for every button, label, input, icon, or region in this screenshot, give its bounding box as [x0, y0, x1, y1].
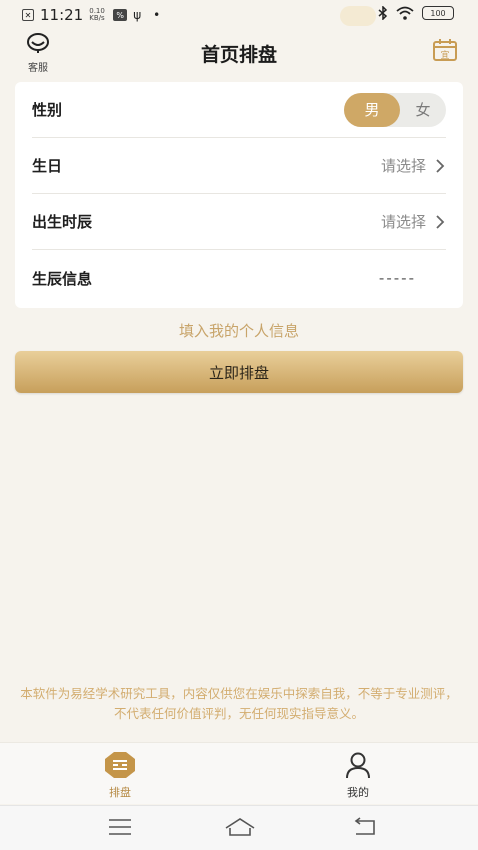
status-time: 11:21	[40, 6, 84, 24]
chevron-right-icon	[436, 158, 445, 173]
home-icon[interactable]	[224, 816, 256, 838]
nav-item-chart[interactable]: 排盘	[90, 751, 150, 800]
nav-label-mine: 我的	[347, 786, 369, 799]
chart-octagon-icon	[105, 752, 135, 778]
start-chart-button[interactable]: 立即排盘	[15, 351, 463, 393]
bottom-nav: 排盘 我的	[0, 742, 478, 804]
birthday-row[interactable]: 生日 请选择	[32, 138, 446, 194]
status-right: 100	[378, 6, 454, 20]
app-badge-icon: %	[113, 9, 128, 21]
birthday-value: 请选择	[380, 157, 426, 175]
birthday-label: 生日	[32, 157, 63, 175]
chevron-right-icon	[436, 214, 445, 229]
calendar-glyph: 宜	[440, 49, 449, 61]
birth-info-card: 性别 男 女 生日 请选择 出生时辰 请选择 生辰信息 -----	[15, 82, 463, 308]
dot-icon: •	[153, 8, 161, 22]
birth-hour-label: 出生时辰	[32, 213, 93, 231]
system-nav-bar	[0, 805, 478, 850]
nav-label-chart: 排盘	[109, 786, 131, 799]
net-speed-unit: KB/s	[89, 14, 105, 22]
app-header: 客服 首页排盘 宜	[0, 30, 478, 74]
calendar-button[interactable]: 宜	[432, 38, 458, 66]
battery-icon: 100	[422, 6, 454, 20]
back-icon[interactable]	[352, 816, 378, 838]
gender-row: 性别 男 女	[32, 82, 446, 138]
battery-level: 100	[430, 8, 446, 18]
notification-icon: ✕	[22, 9, 34, 21]
gender-toggle: 男 女	[344, 92, 446, 127]
fill-my-info-link[interactable]: 填入我的个人信息	[0, 320, 478, 341]
net-speed: 0.10 KB/s	[89, 8, 107, 22]
gender-female-option[interactable]: 女	[400, 93, 446, 127]
bluetooth-icon	[378, 6, 388, 20]
user-icon	[346, 752, 370, 779]
calendar-icon: 宜	[433, 39, 457, 61]
birth-hour-value-wrap: 请选择	[381, 211, 446, 232]
status-bar: ✕ 11:21 0.10 KB/s % ψ • 100	[0, 0, 478, 30]
birth-info-label: 生辰信息	[32, 269, 93, 288]
wifi-icon	[396, 6, 414, 20]
birth-hour-value: 请选择	[380, 213, 426, 231]
menu-icon[interactable]	[108, 816, 132, 838]
birth-info-row: 生辰信息 -----	[32, 250, 446, 306]
nav-item-mine[interactable]: 我的	[328, 751, 388, 800]
birthday-value-wrap: 请选择	[381, 155, 446, 176]
status-left: ✕ 11:21 0.10 KB/s % ψ •	[22, 6, 160, 24]
gender-male-option[interactable]: 男	[344, 92, 400, 127]
gender-label: 性别	[32, 101, 63, 119]
disclaimer-text: 本软件为易经学术研究工具，内容仅供您在娱乐中探索自我，不等于专业测评，不代表任何…	[20, 686, 458, 721]
birth-hour-row[interactable]: 出生时辰 请选择	[32, 194, 446, 250]
birth-info-value: -----	[378, 269, 416, 287]
page-title: 首页排盘	[200, 44, 277, 66]
status-pill	[340, 6, 376, 26]
usb-icon: ψ	[133, 8, 142, 22]
